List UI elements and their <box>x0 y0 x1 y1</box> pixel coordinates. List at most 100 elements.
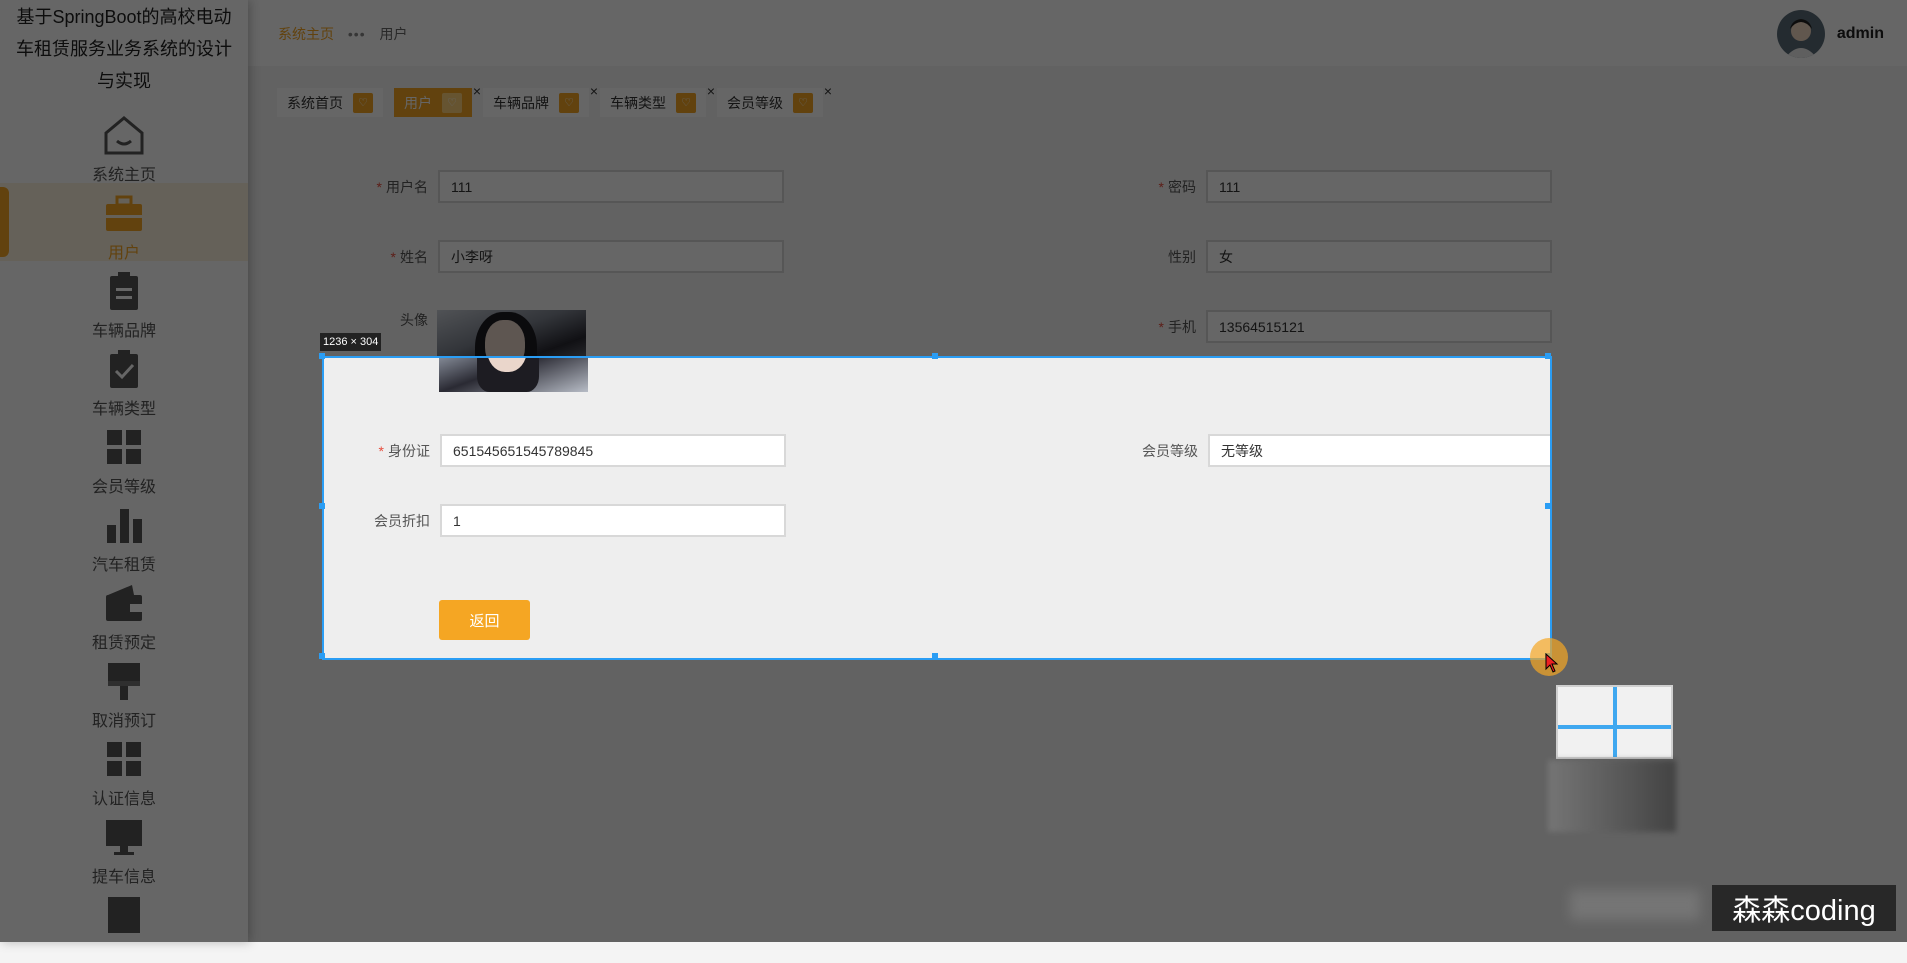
breadcrumb-home[interactable]: 系统主页 <box>278 26 334 42</box>
sidebar-item-pickup[interactable]: 提车信息 <box>0 807 248 886</box>
tag-type[interactable]: 车辆类型 ♡ × <box>600 83 715 117</box>
tag-label: 系统首页 <box>287 94 343 111</box>
member-level-input[interactable]: 无等级 <box>1208 434 1550 467</box>
selection-size-label: 1236 × 304 <box>320 333 382 351</box>
mouse-cursor-icon <box>1545 652 1559 678</box>
tag-brand[interactable]: 车辆品牌 ♡ × <box>483 83 598 117</box>
idcard-input[interactable]: 651545651545789845 <box>440 434 786 467</box>
top-header: 系统主页 ••• 用户 admin <box>248 0 1907 66</box>
blurred-toolbar <box>1570 890 1700 920</box>
magnifier-info <box>1548 760 1676 832</box>
sidebar: 基于SpringBoot的高校电动车租赁服务业务系统的设计与实现 系统主页 用户… <box>0 0 248 942</box>
resize-handle[interactable] <box>319 653 325 659</box>
brush-icon <box>0 651 248 705</box>
sidebar-item-auth[interactable]: 认证信息 <box>0 729 248 808</box>
system-title: 基于SpringBoot的高校电动车租赁服务业务系统的设计与实现 <box>16 7 232 91</box>
password-field: * 密码 111 <box>1016 170 1552 203</box>
avatar-field: 头像 <box>248 310 438 330</box>
screenshot-selection[interactable]: * 身份证 651545651545789845 会员等级 无等级 会员折扣 1 … <box>322 356 1552 660</box>
resize-handle[interactable] <box>1545 503 1551 509</box>
tag-label: 车辆品牌 <box>493 94 549 111</box>
heart-icon: ♡ <box>676 92 696 113</box>
sidebar-item-level[interactable]: 会员等级 <box>0 417 248 496</box>
breadcrumb-separator: ••• <box>347 26 366 42</box>
gender-field: 性别 女 <box>1016 240 1552 273</box>
sidebar-item-users[interactable]: 用户 <box>0 183 248 262</box>
sidebar-item-label: 汽车租赁 <box>91 557 156 574</box>
idcard-field: * 身份证 651545651545789845 <box>324 434 786 467</box>
sidebar-item-label: 系统主页 <box>91 167 156 184</box>
resize-handle[interactable] <box>319 353 325 359</box>
sidebar-item-label: 会员等级 <box>91 479 156 496</box>
username-label: 用户名 <box>386 178 428 195</box>
heart-icon: ♡ <box>559 92 579 113</box>
password-label: 密码 <box>1168 178 1196 195</box>
sidebar-item-home[interactable]: 系统主页 <box>0 105 248 184</box>
resize-handle[interactable] <box>319 503 325 509</box>
username-field: * 用户名 111 <box>248 170 784 203</box>
sidebar-item-more[interactable] <box>0 885 248 963</box>
phone-field: * 手机 13564515121 <box>1016 310 1552 343</box>
resize-handle[interactable] <box>932 353 938 359</box>
heart-icon: ♡ <box>442 92 462 113</box>
tag-level[interactable]: 会员等级 ♡ × <box>717 83 832 117</box>
gender-input[interactable]: 女 <box>1206 240 1552 273</box>
sidebar-item-label: 车辆品牌 <box>91 323 156 340</box>
username-input[interactable]: 111 <box>438 170 784 203</box>
sidebar-item-label: 提车信息 <box>91 869 156 886</box>
resize-handle[interactable] <box>1545 353 1551 359</box>
sidebar-item-type[interactable]: 车辆类型 <box>0 339 248 418</box>
tag-label: 用户 <box>404 94 432 111</box>
member-level-field: 会员等级 无等级 <box>1018 434 1550 467</box>
username[interactable]: admin <box>1837 25 1884 43</box>
avatar-label: 头像 <box>400 312 428 328</box>
bar-chart-icon <box>0 495 248 549</box>
close-icon[interactable]: × <box>590 83 598 99</box>
member-level-label: 会员等级 <box>1142 442 1198 459</box>
back-button[interactable]: 返回 <box>439 600 530 640</box>
close-icon[interactable]: × <box>824 83 832 99</box>
grid-icon <box>0 417 248 471</box>
sidebar-item-cancel[interactable]: 取消预订 <box>0 651 248 730</box>
heart-icon: ♡ <box>793 92 813 113</box>
home-icon <box>0 105 248 159</box>
avatar[interactable] <box>1776 10 1825 58</box>
resize-handle[interactable] <box>932 653 938 659</box>
name-label: 姓名 <box>400 248 428 265</box>
password-input[interactable]: 111 <box>1206 170 1552 203</box>
name-field: * 姓名 小李呀 <box>248 240 784 273</box>
sidebar-item-label: 租赁预定 <box>91 635 156 652</box>
close-icon[interactable]: × <box>707 83 715 99</box>
tag-users[interactable]: 用户 ♡ × <box>394 83 481 117</box>
user-menu[interactable]: admin <box>1776 10 1884 58</box>
briefcase-icon <box>0 183 248 237</box>
idcard-label: 身份证 <box>388 442 430 459</box>
tag-label: 车辆类型 <box>610 94 666 111</box>
name-input[interactable]: 小李呀 <box>438 240 784 273</box>
wallet-icon <box>0 573 248 627</box>
watermark: 森森coding <box>1712 885 1896 931</box>
sidebar-item-rental[interactable]: 汽车租赁 <box>0 495 248 574</box>
gender-label: 性别 <box>1168 248 1196 265</box>
heart-icon: ♡ <box>353 92 373 113</box>
phone-input[interactable]: 13564515121 <box>1206 310 1552 343</box>
close-icon[interactable]: × <box>473 83 481 99</box>
sidebar-item-label: 认证信息 <box>91 791 156 808</box>
sidebar-item-label: 用户 <box>107 245 140 262</box>
sidebar-item-brand[interactable]: 车辆品牌 <box>0 261 248 340</box>
clipboard-icon <box>0 261 248 315</box>
breadcrumb-current: 用户 <box>379 26 408 42</box>
monitor-icon <box>0 807 248 861</box>
grid-icon <box>0 729 248 783</box>
magnifier-preview <box>1556 685 1673 759</box>
book-icon <box>0 885 248 939</box>
sidebar-item-label: 车辆类型 <box>91 401 156 418</box>
discount-label: 会员折扣 <box>374 512 430 529</box>
tag-bar: 系统首页 ♡ 用户 ♡ × 车辆品牌 ♡ × 车辆类型 ♡ × 会员等级 ♡ × <box>277 83 832 117</box>
discount-input[interactable]: 1 <box>440 504 786 537</box>
sidebar-item-reservation[interactable]: 租赁预定 <box>0 573 248 652</box>
tag-home[interactable]: 系统首页 ♡ <box>277 88 383 117</box>
discount-field: 会员折扣 1 <box>324 504 786 537</box>
tag-label: 会员等级 <box>727 94 783 111</box>
clipboard-check-icon <box>0 339 248 393</box>
